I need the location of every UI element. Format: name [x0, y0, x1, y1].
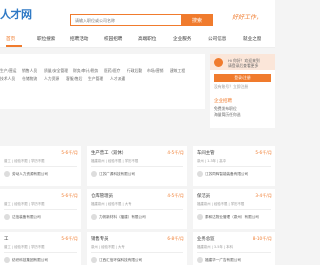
card-divider — [197, 166, 271, 167]
job-card[interactable]: 工 5-6千/月 普工 | 经验不限 | 学历不限 纺织科技集团有限公司 — [0, 232, 81, 265]
job-company[interactable]: 达信装备有限公司 — [12, 215, 41, 220]
category-link[interactable]: 市场/营销 — [147, 68, 163, 74]
category-link[interactable]: 客服/售后 — [66, 76, 82, 82]
job-meta: 泉州 | 经验不限 | 大专 — [91, 245, 125, 249]
category-link[interactable]: 销售人员 — [22, 68, 37, 74]
job-card[interactable]: 仓库管理员 4-5千/月 福建泉州 | 经验不限 | 大专 力帆新材料（福建）有… — [87, 189, 187, 229]
job-title[interactable]: 销售专员 — [91, 236, 109, 242]
job-meta: 普工 | 经验不限 | 学历不限 — [4, 202, 45, 206]
category-link[interactable]: 建筑工程 — [170, 68, 185, 74]
category-link[interactable]: 行政后勤 — [127, 68, 142, 74]
job-card[interactable]: 业务总监 8-10千/月 福建泉州 | 3-5年 | 本科 福建华一广告有限公司 — [193, 232, 275, 265]
card-divider — [4, 252, 77, 253]
site-header: 人才网 搜索 好好工作， — [0, 0, 275, 32]
company-logo-icon — [197, 214, 203, 220]
job-company[interactable]: 江西汇信环保科技有限公司 — [99, 258, 142, 263]
job-company[interactable]: 江苏同辉智能装备有限公司 — [205, 172, 248, 177]
card-divider — [4, 209, 77, 210]
sidebar-section-line: 海量简历任你选 — [214, 112, 241, 117]
category-link[interactable]: 生产管理 — [88, 76, 103, 82]
job-salary: 8-10千/月 — [252, 236, 272, 241]
job-title[interactable]: 仓库管理员 — [91, 193, 113, 199]
register-link[interactable]: 没有账号？立即注册 — [214, 84, 248, 90]
card-divider — [197, 252, 271, 253]
company-logo-icon — [4, 214, 10, 220]
sidebar-welcome-area: Hi 你好！欢迎来到 请登录后查看更多 — [210, 54, 275, 70]
job-company[interactable]: 江苏广源科技有限公司 — [99, 172, 135, 177]
job-title[interactable]: 业务总监 — [197, 236, 215, 242]
job-card[interactable]: 保洁员 3-4千/月 福建泉州 | 经验不限 | 学历不限 泰和达物业管理（泉州… — [193, 189, 275, 229]
card-divider — [91, 252, 183, 253]
job-meta: 福建泉州 | 经验不限 | 学历不限 — [197, 202, 245, 206]
job-company[interactable]: 力帆新材料（福建）有限公司 — [99, 215, 146, 220]
nav-item-company-info[interactable]: 公司信息 — [208, 36, 226, 42]
nav-item-enterprise[interactable]: 企业服务 — [173, 36, 191, 42]
job-salary: 4-5千/月 — [167, 193, 184, 198]
job-card[interactable]: 销售专员 6-8千/月 泉州 | 经验不限 | 大专 江西汇信环保科技有限公司 — [87, 232, 187, 265]
job-company[interactable]: 福建华一广告有限公司 — [205, 258, 241, 263]
category-link[interactable]: 仓储物流 — [22, 76, 37, 82]
company-logo-icon — [4, 257, 10, 263]
nav-item-campus[interactable]: 校园招聘 — [104, 36, 122, 42]
sidebar-login-prompt: 请登录后查看更多 — [228, 63, 259, 68]
job-company[interactable]: 纺织科技集团有限公司 — [12, 258, 48, 263]
company-logo-icon — [197, 257, 203, 263]
job-salary: 5-6千/月 — [61, 150, 78, 155]
job-meta: 普工 | 经验不限 | 学历不限 — [4, 245, 45, 249]
company-logo-icon — [91, 214, 97, 220]
company-logo-icon — [4, 171, 10, 177]
search-input[interactable] — [70, 14, 181, 26]
category-link[interactable]: 人才派遣 — [110, 76, 125, 82]
job-card[interactable]: 5-6千/月 普工 | 经验不限 | 学历不限 达信装备有限公司 — [0, 189, 81, 229]
nav-item-recruit-events[interactable]: 招聘活动 — [70, 36, 88, 42]
card-divider — [91, 209, 183, 210]
job-company[interactable]: 劳动人力资源有限公司 — [12, 172, 48, 177]
avatar — [214, 58, 223, 67]
search-button[interactable]: 搜索 — [181, 14, 213, 26]
category-link[interactable]: 财务/审计/税务 — [73, 68, 98, 74]
sidebar-section-title: 企业招聘 — [214, 99, 232, 104]
nav-item-senior-jobs[interactable]: 高端职位 — [138, 36, 156, 42]
login-register-button[interactable]: 登录/注册 — [214, 74, 271, 82]
slogan: 好好工作， — [232, 14, 263, 21]
job-meta: 泉州 | 1-3年 | 高中 — [197, 159, 227, 163]
category-link[interactable]: 技术人员 — [0, 76, 15, 82]
nav-item-job-search[interactable]: 职位搜索 — [37, 36, 55, 42]
job-salary: 4-5千/月 — [167, 150, 184, 155]
card-divider — [197, 209, 271, 210]
job-title[interactable]: 保洁员 — [197, 193, 210, 199]
job-salary: 5-6千/月 — [61, 193, 78, 198]
job-title[interactable]: 生产普工（双休） — [91, 150, 126, 156]
site-logo[interactable]: 人才网 — [0, 6, 32, 22]
user-sidebar: Hi 你好！欢迎来到 请登录后查看更多 登录/注册 没有账号？立即注册 企业招聘… — [210, 54, 275, 128]
category-link[interactable]: 生产/营运 — [0, 68, 16, 74]
company-logo-icon — [91, 171, 97, 177]
company-logo-icon — [91, 257, 97, 263]
job-salary: 5-6千/月 — [61, 236, 78, 241]
category-link[interactable]: 医药/医疗 — [104, 68, 120, 74]
job-salary: 3-4千/月 — [255, 193, 272, 198]
category-link[interactable]: 质量/安全管理 — [44, 68, 68, 74]
job-company[interactable]: 泰和达物业管理（泉州）有限公司 — [205, 215, 259, 220]
category-link[interactable]: 人力资源 — [44, 76, 59, 82]
job-card[interactable]: 5-6千/月 普工 | 经验不限 | 学历不限 劳动人力资源有限公司 — [0, 146, 81, 186]
job-salary: 5-6千/月 — [255, 150, 272, 155]
job-salary: 6-8千/月 — [167, 236, 184, 241]
job-meta: 福建泉州 | 经验不限 | 大专 — [91, 202, 132, 206]
job-title[interactable]: 车间主管 — [197, 150, 215, 156]
card-divider — [4, 166, 77, 167]
search-bar: 搜索 — [70, 14, 213, 26]
job-meta: 福建泉州 | 经验不限 | 学历不限 — [91, 159, 139, 163]
card-divider — [91, 166, 183, 167]
job-meta: 福建泉州 | 3-5年 | 本科 — [197, 245, 233, 249]
job-card[interactable]: 生产普工（双休） 4-5千/月 福建泉州 | 经验不限 | 学历不限 江苏广源科… — [87, 146, 187, 186]
job-meta: 普工 | 经验不限 | 学历不限 — [4, 159, 45, 163]
job-card[interactable]: 车间主管 5-6千/月 泉州 | 1-3年 | 高中 江苏同辉智能装备有限公司 — [193, 146, 275, 186]
job-title[interactable]: 工 — [4, 236, 8, 242]
nav-item-home[interactable]: 首页 — [6, 36, 15, 42]
nav-active-indicator — [6, 45, 22, 47]
main-nav: 首页 职位搜索 招聘活动 校园招聘 高端职位 企业服务 公司信息 就业之窗 — [0, 32, 275, 48]
nav-item-employment[interactable]: 就业之窗 — [243, 36, 261, 42]
company-logo-icon — [197, 171, 203, 177]
